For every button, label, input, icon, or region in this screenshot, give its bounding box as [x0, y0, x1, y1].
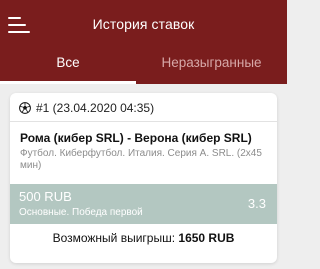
- tab-all-label: Все: [56, 55, 80, 70]
- header: История ставок Все Неразыгранные: [0, 0, 287, 84]
- stake-amount: 500 RUB: [19, 189, 72, 204]
- event-league: Футбол. Киберфутбол. Италия. Серия А. SR…: [20, 148, 262, 171]
- active-tab-indicator: [0, 81, 136, 84]
- bet-id: #1 (23.04.2020 04:35): [36, 101, 155, 115]
- page-title: История ставок: [92, 16, 195, 32]
- tab-unplayed[interactable]: Неразыгранные: [136, 45, 287, 84]
- possible-win-label: Возможный выигрыш:: [52, 231, 179, 245]
- stake-row: 500 RUB Основные. Победа первой 3.3: [10, 184, 277, 224]
- tab-unplayed-label: Неразыгранные: [161, 55, 262, 70]
- bet-card-header: #1 (23.04.2020 04:35): [10, 93, 277, 122]
- tab-bar: Все Неразыгранные: [0, 45, 287, 84]
- bet-outcome: Основные. Победа первой: [19, 207, 143, 218]
- soccer-ball-icon: [19, 102, 31, 114]
- bet-card[interactable]: #1 (23.04.2020 04:35) Рома (кибер SRL) -…: [10, 93, 277, 263]
- possible-win: Возможный выигрыш: 1650 RUB: [10, 224, 277, 252]
- possible-win-amount: 1650 RUB: [178, 231, 235, 245]
- event-name: Рома (кибер SRL) - Верона (кибер SRL): [20, 131, 252, 145]
- app: История ставок Все Неразыгранные #1 (23.…: [0, 0, 287, 269]
- bet-coefficient: 3.3: [247, 196, 266, 211]
- tab-all[interactable]: Все: [0, 45, 136, 84]
